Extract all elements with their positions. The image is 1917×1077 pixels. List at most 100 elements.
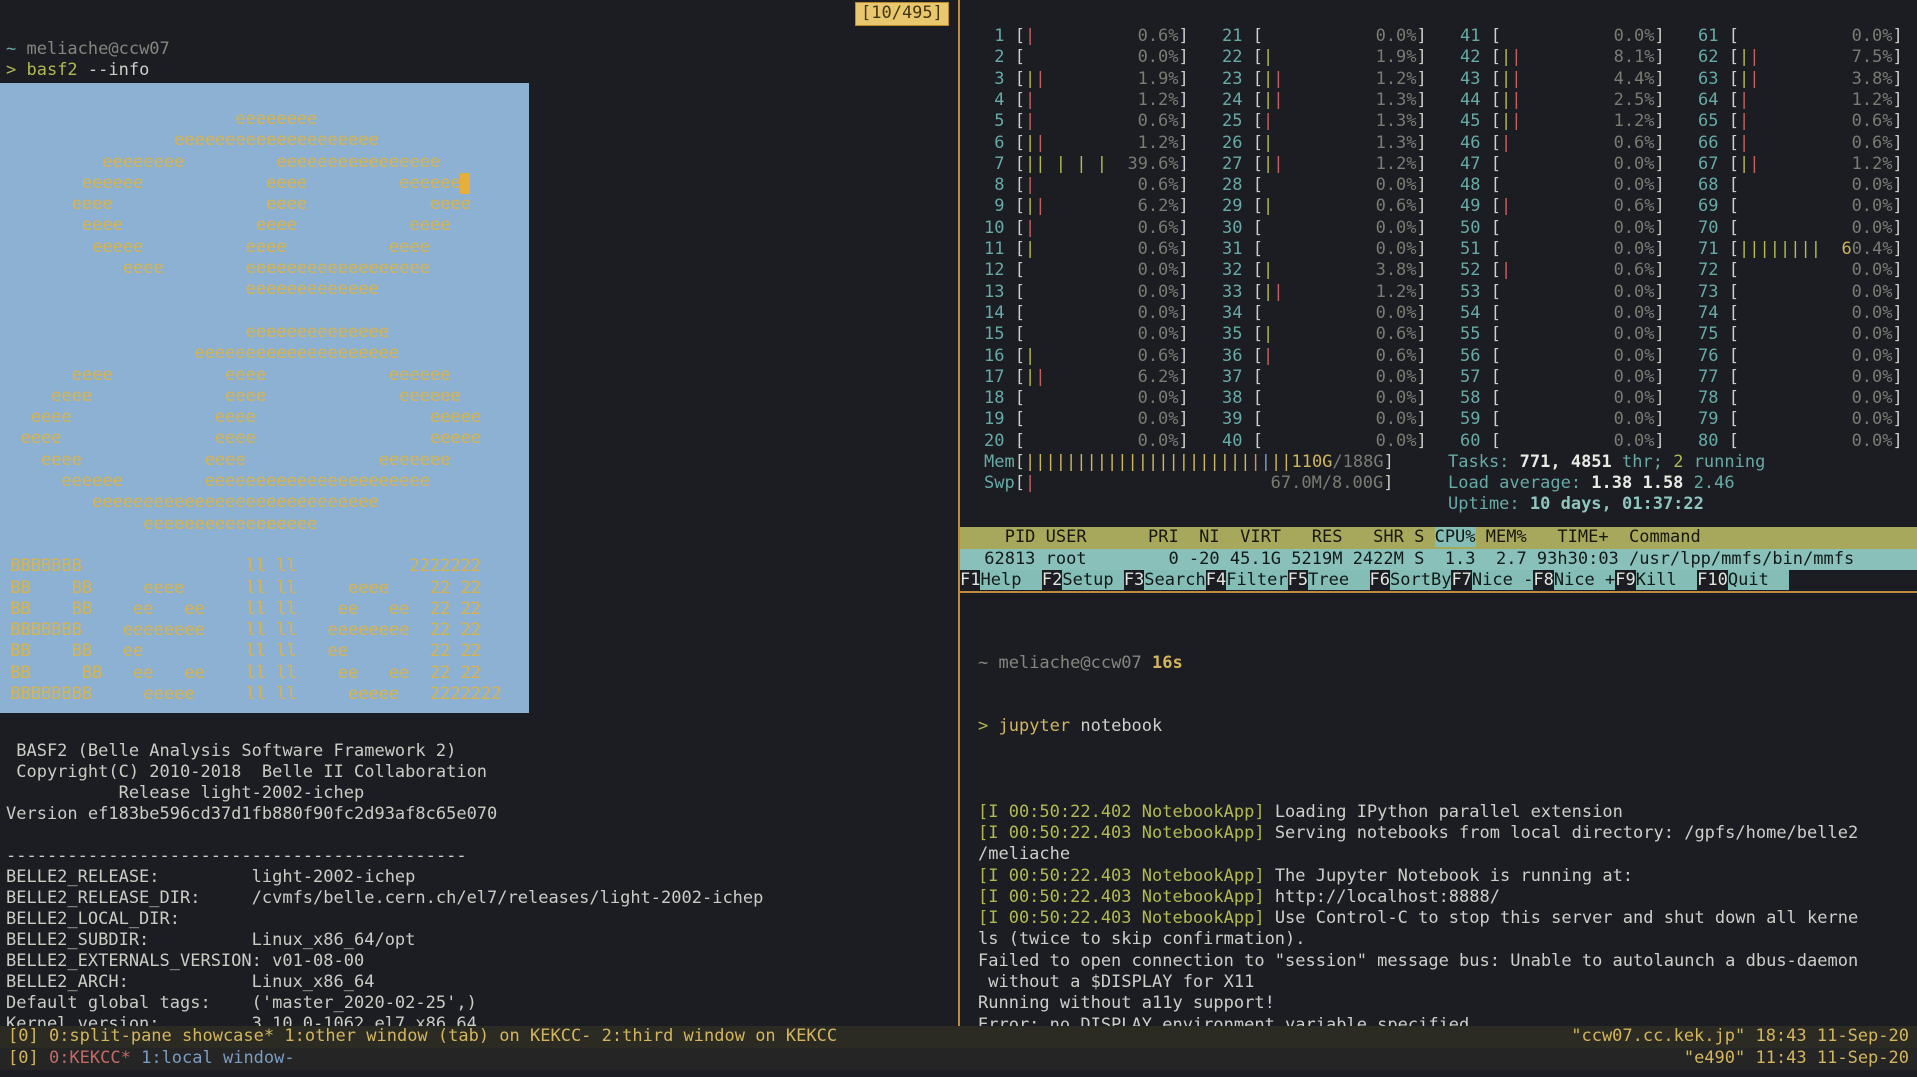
fkey-f8[interactable]: F8Nice + xyxy=(1533,570,1615,590)
cpu-meter-6: 6 [|| 1.2%] xyxy=(984,133,1189,154)
load-average: Load average: 1.38 1.58 2.46 xyxy=(1448,473,1735,494)
pane-divider-vertical[interactable] xyxy=(958,0,960,1026)
fkey-f5[interactable]: F5Tree xyxy=(1288,570,1370,590)
cpu-meter-21: 21 [ 0.0%] xyxy=(1222,26,1427,47)
prompt-tilde: ~ xyxy=(978,653,988,673)
status-host-clock: "ccw07.cc.kek.jp" 18:43 11-Sep-20 xyxy=(1571,1026,1909,1047)
prompt-caret-icon: > xyxy=(6,60,16,80)
cpu-meter-61: 61 [ 0.0%] xyxy=(1698,26,1903,47)
cpu-meter-55: 55 [ 0.0%] xyxy=(1460,324,1665,345)
cpu-meter-79: 79 [ 0.0%] xyxy=(1698,409,1903,430)
shell-command-line: > basf2 --info xyxy=(6,60,149,81)
cpu-meter-44: 44 [|| 2.5%] xyxy=(1460,90,1665,111)
cpu-meter-38: 38 [ 0.0%] xyxy=(1222,388,1427,409)
jupyter-log-line: without a $DISPLAY for X11 xyxy=(978,972,1858,993)
cpu-meter-24: 24 [|| 1.3%] xyxy=(1222,90,1427,111)
fkey-f1[interactable]: F1Help xyxy=(960,570,1042,590)
cpu-meter-23: 23 [|| 1.2%] xyxy=(1222,69,1427,90)
window-item[interactable]: 2:third window on KEKCC xyxy=(602,1026,837,1046)
cpu-meter-62: 62 [|| 7.5%] xyxy=(1698,47,1903,68)
cpu-meter-26: 26 [| 1.3%] xyxy=(1222,133,1427,154)
cpu-meter-36: 36 [| 0.6%] xyxy=(1222,346,1427,367)
cpu-meter-71: 71 [|||||||| 60.4%] xyxy=(1698,239,1903,260)
header-columns-left: PID USER PRI NI VIRT RES SHR S xyxy=(974,527,1435,547)
fkey-f3[interactable]: F3Search xyxy=(1124,570,1206,590)
cpu-meter-78: 78 [ 0.0%] xyxy=(1698,388,1903,409)
command-name: jupyter xyxy=(988,716,1070,736)
cpu-meter-65: 65 [| 0.6%] xyxy=(1698,111,1903,132)
cpu-meter-63: 63 [|| 3.8%] xyxy=(1698,69,1903,90)
cpu-meter-68: 68 [ 0.0%] xyxy=(1698,175,1903,196)
cpu-meter-17: 17 [|| 6.2%] xyxy=(984,367,1189,388)
cpu-meter-69: 69 [ 0.0%] xyxy=(1698,196,1903,217)
cpu-meter-73: 73 [ 0.0%] xyxy=(1698,282,1903,303)
cpu-meter-39: 39 [ 0.0%] xyxy=(1222,409,1427,430)
command-duration: 16s xyxy=(1142,653,1183,673)
cpu-meter-22: 22 [| 1.9%] xyxy=(1222,47,1427,68)
cpu-meter-76: 76 [ 0.0%] xyxy=(1698,346,1903,367)
cpu-meter-47: 47 [ 0.0%] xyxy=(1460,154,1665,175)
basf2-release-info: BASF2 (Belle Analysis Software Framework… xyxy=(6,741,763,1035)
cpu-meter-15: 15 [ 0.0%] xyxy=(984,324,1189,345)
process-table-header: PID USER PRI NI VIRT RES SHR S CPU% MEM%… xyxy=(960,527,1917,549)
fkey-f4[interactable]: F4Filter xyxy=(1206,570,1288,590)
cpu-meter-59: 59 [ 0.0%] xyxy=(1460,409,1665,430)
cpu-meter-28: 28 [ 0.0%] xyxy=(1222,175,1427,196)
window-item[interactable]: 1:local window- xyxy=(141,1048,295,1068)
cpu-meter-13: 13 [ 0.0%] xyxy=(984,282,1189,303)
pane-jupyter[interactable]: ~ meliache@ccw07 16s > jupyter notebook … xyxy=(978,610,1858,1057)
tmux-terminal: ~ meliache@ccw07 > basf2 --info eeeeeeee… xyxy=(0,0,1917,1077)
jupyter-log-line: Failed to open connection to "session" m… xyxy=(978,951,1858,972)
fkey-f9[interactable]: F9Kill xyxy=(1615,570,1697,590)
fkey-f7[interactable]: F7Nice - xyxy=(1451,570,1533,590)
cpu-meter-52: 52 [| 0.6%] xyxy=(1460,260,1665,281)
command-args: --info xyxy=(78,60,150,80)
cpu-meter-10: 10 [| 0.6%] xyxy=(984,218,1189,239)
cpu-meter-51: 51 [ 0.0%] xyxy=(1460,239,1665,260)
window-item-current[interactable]: 0:split-pane showcase* xyxy=(49,1026,274,1046)
jupyter-log-line: [I 00:50:22.403 NotebookApp] The Jupyter… xyxy=(978,866,1858,887)
cpu-meter-54: 54 [ 0.0%] xyxy=(1460,303,1665,324)
cpu-meter-4: 4 [| 1.2%] xyxy=(984,90,1189,111)
cpu-meter-67: 67 [|| 1.2%] xyxy=(1698,154,1903,175)
cpu-meter-53: 53 [ 0.0%] xyxy=(1460,282,1665,303)
cpu-meter-74: 74 [ 0.0%] xyxy=(1698,303,1903,324)
cpu-meter-5: 5 [| 0.6%] xyxy=(984,111,1189,132)
shell-command-line: > jupyter notebook xyxy=(978,716,1858,737)
fkey-f6[interactable]: F6SortBy xyxy=(1370,570,1452,590)
tasks-summary: Tasks: 771, 4851 thr; 2 running xyxy=(1448,452,1765,473)
fkey-f10[interactable]: F10Quit xyxy=(1697,570,1789,590)
fkey-f2[interactable]: F2Setup xyxy=(1042,570,1124,590)
sort-column-cpu[interactable]: CPU% xyxy=(1435,527,1476,547)
prompt-caret-icon: > xyxy=(978,716,988,736)
cpu-meter-1: 1 [| 0.6%] xyxy=(984,26,1189,47)
spacer xyxy=(591,1026,601,1046)
process-row-selected[interactable]: 62813 root 0 -20 45.1G 5219M 2422M S 1.3… xyxy=(960,549,1917,571)
cpu-meter-27: 27 [|| 1.2%] xyxy=(1222,154,1427,175)
cpu-meter-57: 57 [ 0.0%] xyxy=(1460,367,1665,388)
cpu-meter-60: 60 [ 0.0%] xyxy=(1460,431,1665,452)
status-host-clock: "e490" 11:43 11-Sep-20 xyxy=(1684,1048,1909,1069)
header-columns-right: MEM% TIME+ Command xyxy=(1476,527,1701,547)
cpu-meter-50: 50 [ 0.0%] xyxy=(1460,218,1665,239)
cpu-meter-40: 40 [ 0.0%] xyxy=(1222,431,1427,452)
cpu-meter-3: 3 [|| 1.9%] xyxy=(984,69,1189,90)
jupyter-log-line: [I 00:50:22.403 NotebookApp] http://loca… xyxy=(978,887,1858,908)
cpu-meter-66: 66 [| 0.6%] xyxy=(1698,133,1903,154)
cpu-meter-70: 70 [ 0.0%] xyxy=(1698,218,1903,239)
jupyter-log-line: ls (twice to skip confirmation). xyxy=(978,929,1858,950)
uptime: Uptime: 10 days, 01:37:22 xyxy=(1448,494,1704,515)
window-item[interactable]: 1:other window (tab) on KEKCC- xyxy=(284,1026,591,1046)
cpu-meter-8: 8 [| 0.6%] xyxy=(984,175,1189,196)
jupyter-log-line: [I 00:50:22.402 NotebookApp] Loading IPy… xyxy=(978,802,1858,823)
cpu-meter-29: 29 [| 0.6%] xyxy=(1222,196,1427,217)
cpu-meter-14: 14 [ 0.0%] xyxy=(984,303,1189,324)
spacer xyxy=(274,1026,284,1046)
cpu-meter-46: 46 [| 0.6%] xyxy=(1460,133,1665,154)
command-name: basf2 xyxy=(16,60,77,80)
cpu-meter-9: 9 [|| 6.2%] xyxy=(984,196,1189,217)
cpu-meter-12: 12 [ 0.0%] xyxy=(984,260,1189,281)
cpu-meter-49: 49 [| 0.6%] xyxy=(1460,196,1665,217)
cpu-meter-64: 64 [| 1.2%] xyxy=(1698,90,1903,111)
window-item-current[interactable]: 0:KEKCC* xyxy=(49,1048,131,1068)
